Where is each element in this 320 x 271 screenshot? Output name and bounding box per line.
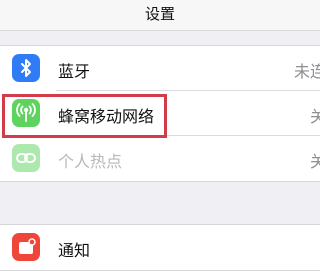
settings-row-value: 未连 (293, 62, 320, 81)
highlight-box (2, 94, 167, 138)
settings-row-personal-hotspot[interactable]: 个人热点 关 (0, 136, 320, 181)
settings-row-bluetooth[interactable]: 蓝牙 未连 (0, 46, 320, 91)
notifications-group: 通知 (0, 224, 320, 271)
notifications-icon (12, 233, 40, 261)
settings-row-label: 个人热点 (58, 152, 123, 171)
personal-hotspot-icon (12, 144, 40, 172)
navigation-bar: 设置 (0, 0, 320, 31)
page-title: 设置 (144, 5, 175, 23)
settings-row-label: 通知 (58, 241, 91, 260)
settings-row-notifications[interactable]: 通知 (0, 225, 320, 270)
settings-row-value: 关 (309, 152, 320, 171)
bluetooth-icon (12, 54, 40, 82)
settings-row-value: 关 (309, 107, 320, 126)
settings-row-label: 蓝牙 (58, 62, 91, 81)
